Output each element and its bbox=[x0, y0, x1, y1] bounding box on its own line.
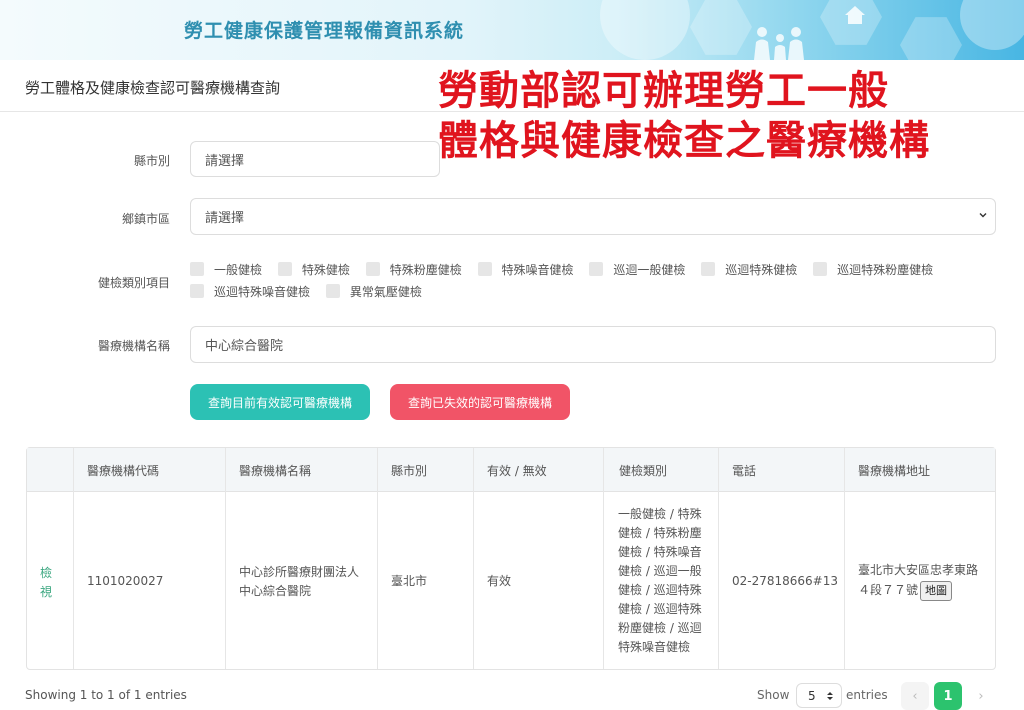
exam-type-checkbox[interactable]: 特殊粉塵健檢 bbox=[365, 258, 462, 280]
column-divider bbox=[718, 448, 719, 669]
column-header[interactable]: 電話 bbox=[732, 448, 756, 492]
search-invalid-button[interactable]: 查詢已失效的認可醫療機構 bbox=[390, 384, 570, 420]
checkbox-box[interactable] bbox=[325, 284, 340, 298]
checkbox-label: 特殊粉塵健檢 bbox=[389, 262, 462, 277]
checkbox-label: 特殊健檢 bbox=[301, 262, 350, 277]
column-header[interactable]: 醫療機構地址 bbox=[858, 448, 930, 492]
column-header[interactable]: 縣市別 bbox=[391, 448, 427, 492]
exam-type-label: 健檢類別項目 bbox=[97, 276, 170, 290]
cell-county: 臺北市 bbox=[391, 574, 428, 588]
checkbox-label: 特殊噪音健檢 bbox=[501, 262, 574, 277]
county-label: 縣市別 bbox=[133, 154, 170, 168]
column-divider bbox=[603, 448, 604, 669]
exam-type-checkbox[interactable]: 巡迴特殊健檢 bbox=[701, 258, 797, 280]
page-title: 勞工體格及健康檢查認可醫療機構查詢 bbox=[25, 79, 281, 97]
sort-arrows-icon bbox=[827, 692, 833, 700]
map-button[interactable]: 地圖 bbox=[920, 581, 953, 601]
chevron-down-icon bbox=[979, 213, 987, 218]
page-size-value: 5 bbox=[808, 688, 816, 703]
checkbox-label: 一般健檢 bbox=[214, 262, 263, 277]
column-header[interactable]: 醫療機構代碼 bbox=[87, 448, 159, 492]
overlay-caption-line1: 勞動部認可辦理勞工一般 bbox=[438, 68, 889, 114]
checkbox-box[interactable] bbox=[701, 262, 716, 276]
district-select[interactable]: 請選擇 bbox=[190, 198, 996, 235]
column-header[interactable]: 醫療機構名稱 bbox=[239, 448, 311, 492]
banner-decoration bbox=[900, 17, 962, 60]
column-divider bbox=[73, 448, 74, 669]
checkbox-box[interactable] bbox=[365, 262, 380, 276]
checkbox-label: 巡迴一般健檢 bbox=[613, 262, 686, 277]
exam-type-checkboxes: 一般健檢 特殊健檢 特殊粉塵健檢 特殊噪音健檢 巡迴一般健檢 巡迴特殊健檢 巡迴… bbox=[190, 258, 970, 302]
show-label: Show bbox=[757, 688, 790, 702]
cell-name: 中心診所醫療財團法人中心綜合醫院 bbox=[239, 565, 360, 598]
entries-summary: Showing 1 to 1 of 1 entries bbox=[25, 688, 187, 702]
district-label: 鄉鎮市區 bbox=[121, 212, 170, 226]
checkbox-box[interactable] bbox=[190, 284, 204, 298]
institution-label: 醫療機構名稱 bbox=[97, 339, 170, 353]
checkbox-label: 巡迴特殊粉塵健檢 bbox=[837, 262, 934, 277]
entries-label: entries bbox=[846, 688, 888, 702]
current-page-button[interactable]: 1 bbox=[934, 682, 962, 710]
cell-status: 有效 bbox=[487, 574, 512, 588]
page-size-select[interactable]: 5 bbox=[796, 683, 842, 708]
overlay-caption-line2: 體格與健康檢查之醫療機構 bbox=[438, 118, 930, 164]
county-select-value: 請選擇 bbox=[205, 153, 245, 169]
checkbox-label: 異常氣壓健檢 bbox=[349, 284, 422, 299]
institution-name-value: 中心綜合醫院 bbox=[205, 339, 284, 354]
column-header[interactable]: 有效 / 無效 bbox=[487, 448, 547, 492]
column-divider bbox=[377, 448, 378, 669]
column-divider bbox=[844, 448, 845, 669]
cell-address: 臺北市大安區忠孝東路４段７７號 地圖 bbox=[858, 560, 988, 601]
table-header: 醫療機構代碼 醫療機構名稱 縣市別 有效 / 無效 健檢類別 電話 醫療機構地址 bbox=[27, 448, 995, 492]
checkbox-label: 巡迴特殊噪音健檢 bbox=[214, 284, 311, 299]
column-divider bbox=[473, 448, 474, 669]
checkbox-label: 巡迴特殊健檢 bbox=[725, 262, 798, 277]
previous-page-button[interactable]: ‹ bbox=[901, 682, 929, 710]
banner-decoration bbox=[690, 0, 752, 55]
exam-type-checkbox[interactable]: 巡迴特殊噪音健檢 bbox=[190, 280, 310, 302]
cell-phone: 02-27818666#13 bbox=[732, 574, 839, 588]
column-header[interactable]: 健檢類別 bbox=[619, 448, 667, 492]
view-link[interactable]: 檢視 bbox=[40, 564, 54, 602]
checkbox-box[interactable] bbox=[477, 262, 492, 276]
exam-type-checkbox[interactable]: 巡迴一般健檢 bbox=[589, 258, 685, 280]
house-icon bbox=[845, 6, 865, 24]
cell-code: 1101020027 bbox=[87, 574, 164, 588]
banner-decoration bbox=[600, 0, 690, 60]
search-valid-button[interactable]: 查詢目前有效認可醫療機構 bbox=[190, 384, 370, 420]
banner-decoration bbox=[960, 0, 1024, 50]
exam-type-checkbox[interactable]: 異常氣壓健檢 bbox=[325, 280, 422, 302]
county-select[interactable]: 請選擇 bbox=[190, 141, 440, 177]
cell-exam-types: 一般健檢 / 特殊健檢 / 特殊粉塵健檢 / 特殊噪音健檢 / 巡迴一般健檢 /… bbox=[618, 507, 702, 654]
exam-type-checkbox[interactable]: 一般健檢 bbox=[190, 258, 262, 280]
system-title: 勞工健康保護管理報備資訊系統 bbox=[184, 20, 465, 42]
next-page-button[interactable]: › bbox=[967, 682, 995, 710]
checkbox-box[interactable] bbox=[277, 262, 292, 276]
district-select-value: 請選擇 bbox=[205, 211, 245, 226]
exam-type-checkbox[interactable]: 特殊噪音健檢 bbox=[477, 258, 574, 280]
family-icon bbox=[754, 27, 804, 60]
exam-type-checkbox[interactable]: 巡迴特殊粉塵健檢 bbox=[813, 258, 933, 280]
address-text: 臺北市大安區忠孝東路４段７７號 bbox=[858, 563, 979, 597]
exam-type-checkbox[interactable]: 特殊健檢 bbox=[277, 258, 350, 280]
results-table: 醫療機構代碼 醫療機構名稱 縣市別 有效 / 無效 健檢類別 電話 醫療機構地址… bbox=[26, 447, 996, 670]
checkbox-box[interactable] bbox=[813, 262, 828, 276]
checkbox-box[interactable] bbox=[589, 262, 604, 276]
checkbox-box[interactable] bbox=[190, 262, 204, 276]
overlay-caption: 勞動部認可辦理勞工一般 體格與健康檢查之醫療機構 bbox=[438, 66, 930, 166]
institution-name-input[interactable]: 中心綜合醫院 bbox=[190, 326, 996, 363]
column-divider bbox=[225, 448, 226, 669]
header-banner: 勞工健康保護管理報備資訊系統 bbox=[0, 0, 1024, 60]
